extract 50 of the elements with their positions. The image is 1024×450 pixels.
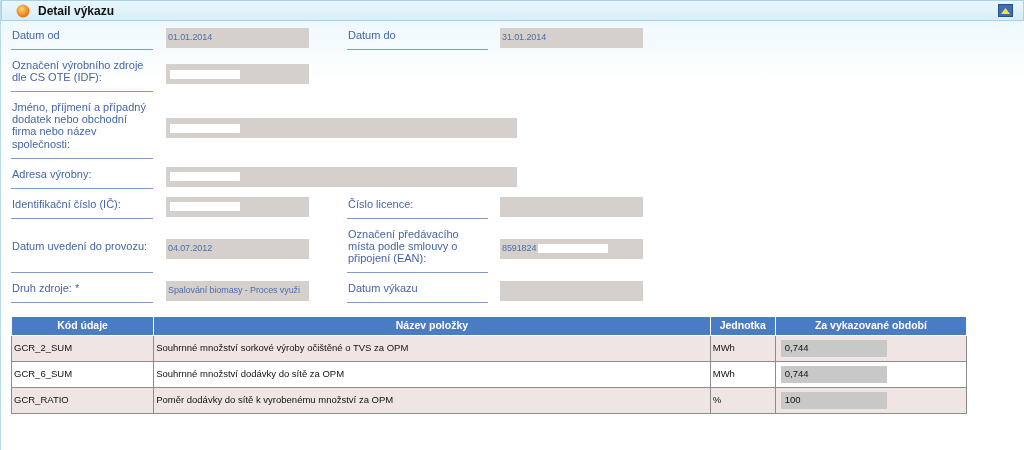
input-field[interactable]: [166, 118, 517, 139]
redaction-block: [170, 123, 240, 133]
column-header: Jednotka: [710, 316, 776, 336]
redaction-block: [170, 172, 240, 182]
field-label: Adresa výrobny:: [11, 161, 153, 189]
field-label: Datum výkazu: [347, 276, 488, 304]
field-label: Datum uvedení do provozu:: [11, 221, 153, 274]
collapse-button[interactable]: [998, 4, 1013, 17]
table-cell: Souhrnné množství dodávky do sítě za OPM: [153, 361, 711, 388]
field-label: Označení předávacího místa podle smlouvy o připojení (EAN):: [347, 221, 488, 274]
triangle-up-icon: [1001, 7, 1010, 14]
table-cell: GCR_2_SUM: [11, 335, 154, 362]
column-header: Kód údaje: [11, 316, 154, 336]
table-cell: Poměr dodávky do sítě k vyrobenému množství za OPM: [153, 387, 711, 414]
table-cell: GCR_RATIO: [11, 387, 154, 414]
input-field[interactable]: [166, 64, 309, 85]
table-cell: GCR_6_SUM: [11, 361, 154, 388]
table-cell: Souhrnné množství sorkové výroby očištěné o TVS za OPM: [153, 335, 711, 362]
field-value: Spalování biomasy - Proces využi: [168, 284, 300, 298]
field-label: Jméno, příjmení a případný dodatek nebo obchodní firma nebo název společnosti:: [11, 95, 153, 159]
column-header: Název položky: [153, 316, 711, 336]
field-value: 8591824: [502, 242, 537, 256]
input-field[interactable]: 31.01.2014: [500, 28, 643, 49]
redaction-block: [170, 202, 240, 212]
input-field[interactable]: [166, 166, 517, 187]
field-label: Označení výrobního zdroje dle CS OTE (IDF):: [11, 53, 153, 93]
input-field[interactable]: 0,744: [780, 365, 887, 383]
input-field[interactable]: 04.07.2012: [166, 239, 309, 259]
field-label: Druh zdroje: *: [11, 276, 153, 304]
redaction-block: [538, 244, 609, 254]
field-label: Identifikační číslo (IČ):: [11, 191, 153, 219]
field-label: Datum do: [347, 23, 488, 51]
field-label: Číslo licence:: [347, 191, 488, 219]
input-field[interactable]: [500, 281, 643, 302]
input-field[interactable]: 8591824: [500, 239, 643, 259]
redaction-block: [170, 69, 240, 79]
field-value: 31.01.2014: [502, 31, 547, 45]
table-cell: MWh: [710, 361, 776, 388]
ball-icon: [16, 3, 30, 18]
field-label: Datum od: [11, 23, 153, 51]
panel-title: Detail výkazu: [38, 2, 116, 20]
column-header: Za vykazované období: [775, 316, 967, 336]
field-value: 04.07.2012: [168, 242, 213, 256]
input-field[interactable]: [500, 196, 643, 217]
input-field[interactable]: [166, 196, 309, 217]
input-field[interactable]: 01.01.2014: [166, 28, 309, 49]
input-field[interactable]: 0,744: [780, 339, 887, 357]
input-field[interactable]: Spalování biomasy - Proces využi: [166, 281, 309, 302]
field-value: 01.01.2014: [168, 31, 213, 45]
input-field[interactable]: 100: [780, 391, 887, 409]
